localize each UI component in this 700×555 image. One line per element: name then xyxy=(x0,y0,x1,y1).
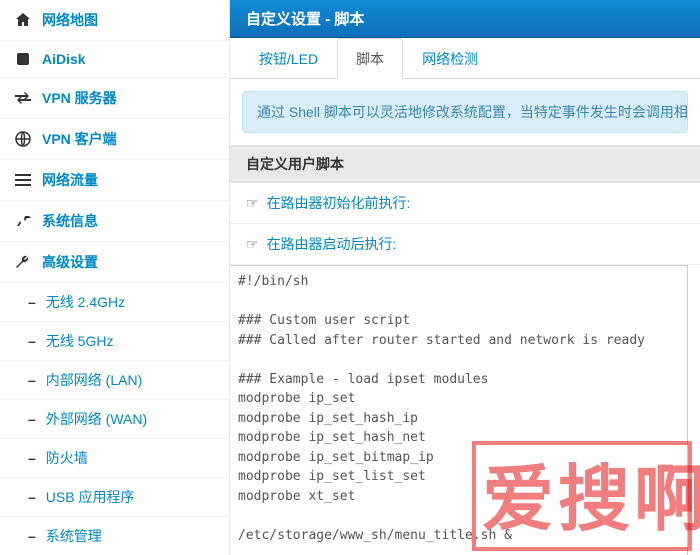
sidebar-item-vpn-client[interactable]: VPN 客户端 xyxy=(0,119,229,160)
section-title: 自定义用户脚本 xyxy=(230,145,700,183)
sidebar-sub-wan[interactable]: –外部网络 (WAN) xyxy=(0,400,229,439)
hand-right-icon: ☞ xyxy=(246,236,259,253)
dash-icon: – xyxy=(28,411,36,427)
home-icon xyxy=(14,12,32,28)
script-row-preinit: ☞ 在路由器初始化前执行: xyxy=(230,183,700,224)
disk-icon xyxy=(14,51,32,67)
dash-icon: – xyxy=(28,528,36,544)
main-content: 自定义设置 - 脚本 按钮/LED 脚本 网络检测 通过 Shell 脚本可以灵… xyxy=(230,0,700,555)
dash-icon: – xyxy=(28,294,36,310)
sidebar-item-label: 网络地图 xyxy=(42,10,98,30)
tab-network-check[interactable]: 网络检测 xyxy=(403,38,497,79)
bars-icon xyxy=(14,174,32,186)
page-title: 自定义设置 - 脚本 xyxy=(230,0,700,38)
exchange-icon xyxy=(14,91,32,105)
script-link-poststart[interactable]: 在路由器启动后执行: xyxy=(267,234,397,254)
sidebar-item-label: 网络流量 xyxy=(42,170,98,190)
dash-icon: – xyxy=(28,450,36,466)
sidebar-sub-wifi24[interactable]: –无线 2.4GHz xyxy=(0,283,229,322)
sidebar-sub-firewall[interactable]: –防火墙 xyxy=(0,439,229,478)
dash-icon: – xyxy=(28,489,36,505)
sidebar-item-sysinfo[interactable]: 系统信息 xyxy=(0,201,229,242)
sidebar: 网络地图 AiDisk VPN 服务器 VPN 客户端 网络流量 系统信息 高级… xyxy=(0,0,230,555)
sidebar-item-label: AiDisk xyxy=(42,51,86,67)
sidebar-item-label: 高级设置 xyxy=(42,252,98,272)
sidebar-item-vpn-server[interactable]: VPN 服务器 xyxy=(0,78,229,119)
sidebar-item-label: 系统信息 xyxy=(42,211,98,231)
sidebar-sub-lan[interactable]: –内部网络 (LAN) xyxy=(0,361,229,400)
sidebar-item-advanced[interactable]: 高级设置 xyxy=(0,242,229,283)
dash-icon: – xyxy=(28,372,36,388)
sidebar-item-aidisk[interactable]: AiDisk xyxy=(0,41,229,78)
sidebar-sub-wifi5[interactable]: –无线 5GHz xyxy=(0,322,229,361)
sidebar-item-network-map[interactable]: 网络地图 xyxy=(0,0,229,41)
tabs: 按钮/LED 脚本 网络检测 xyxy=(230,38,700,79)
script-textarea[interactable]: #!/bin/sh ### Custom user script ### Cal… xyxy=(230,265,688,555)
tab-button-led[interactable]: 按钮/LED xyxy=(240,38,337,79)
sidebar-sub-usb[interactable]: –USB 应用程序 xyxy=(0,478,229,517)
sidebar-item-traffic[interactable]: 网络流量 xyxy=(0,160,229,201)
info-alert: 通过 Shell 脚本可以灵活地修改系统配置，当特定事件发生时会调用相应的脚本 xyxy=(242,91,688,133)
wrench-icon xyxy=(14,254,32,270)
hand-right-icon: ☞ xyxy=(246,195,259,212)
script-row-poststart: ☞ 在路由器启动后执行: xyxy=(230,224,700,265)
tab-script[interactable]: 脚本 xyxy=(337,38,403,79)
dash-icon: – xyxy=(28,333,36,349)
sidebar-sub-sysadmin[interactable]: –系统管理 xyxy=(0,517,229,555)
script-link-preinit[interactable]: 在路由器初始化前执行: xyxy=(267,193,411,213)
random-icon xyxy=(14,214,32,228)
sidebar-item-label: VPN 客户端 xyxy=(42,129,117,149)
sidebar-item-label: VPN 服务器 xyxy=(42,88,117,108)
globe-icon xyxy=(14,131,32,147)
